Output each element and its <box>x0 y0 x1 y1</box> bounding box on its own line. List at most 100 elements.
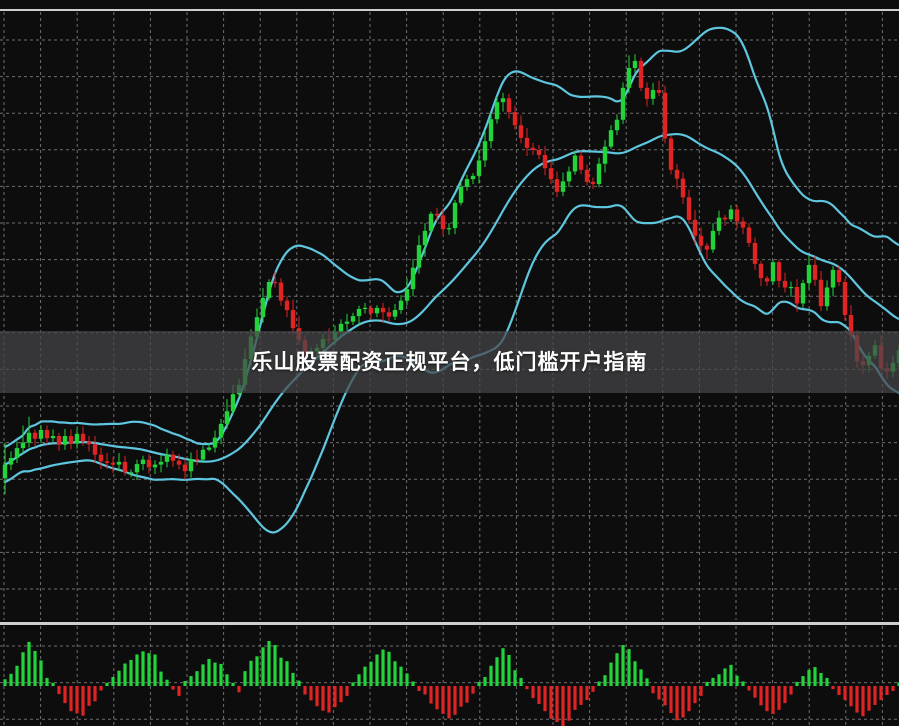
histogram-bar <box>771 686 775 714</box>
candle-body <box>638 60 644 88</box>
candle-body <box>386 312 392 317</box>
histogram-bar <box>123 663 127 686</box>
candle-body <box>374 307 380 314</box>
candle-body <box>44 429 50 439</box>
candle-body <box>782 280 788 288</box>
histogram-bar <box>579 686 583 705</box>
candle-body <box>830 269 836 288</box>
candle-body <box>596 163 602 185</box>
candle-body <box>560 181 566 192</box>
histogram-bar <box>303 686 307 695</box>
histogram-bar <box>855 686 859 713</box>
candle-body <box>452 202 458 229</box>
candle-body <box>50 436 56 439</box>
histogram-bar <box>525 686 529 690</box>
histogram-bar <box>225 674 229 686</box>
histogram-bar <box>75 686 79 714</box>
histogram-bar <box>627 649 631 686</box>
histogram-bar <box>873 686 877 705</box>
candle-body <box>14 448 20 458</box>
candle-body <box>62 436 68 445</box>
histogram-bar <box>249 660 253 686</box>
candle-body <box>758 263 764 279</box>
histogram-bar <box>633 661 637 686</box>
histogram-bar <box>801 676 805 686</box>
histogram-bar <box>453 686 457 715</box>
histogram-bar <box>657 686 661 700</box>
histogram-bar <box>291 672 295 686</box>
candle-body <box>710 230 716 250</box>
histogram-bar <box>513 670 517 686</box>
candle-body <box>212 437 218 448</box>
histogram-bar <box>891 686 895 691</box>
candle-body <box>8 458 14 465</box>
candle-body <box>632 60 638 69</box>
candle-body <box>224 411 230 424</box>
histogram-bar <box>597 681 601 686</box>
histogram-bar <box>417 686 421 691</box>
candle-body <box>656 90 662 93</box>
histogram-bar <box>393 661 397 686</box>
histogram-bar <box>687 686 691 712</box>
candle-body <box>74 433 80 444</box>
candle-body <box>728 209 734 220</box>
candle-body <box>824 287 830 307</box>
candle-body <box>470 175 476 180</box>
candle-body <box>716 217 722 231</box>
histogram-bar <box>681 686 685 718</box>
histogram-bar <box>345 686 349 696</box>
candle-body <box>218 423 224 438</box>
candle-body <box>494 102 500 120</box>
candle-body <box>578 155 584 170</box>
histogram-bar <box>297 680 301 686</box>
histogram-bar <box>777 686 781 710</box>
histogram-bar <box>507 654 511 686</box>
histogram-bar <box>729 664 733 686</box>
candle-body <box>548 168 554 180</box>
histogram-bar <box>129 659 133 686</box>
candle-body <box>842 282 848 315</box>
candle-body <box>608 130 614 147</box>
candle-body <box>446 228 452 230</box>
candle-body <box>644 87 650 99</box>
histogram-bar <box>861 686 865 717</box>
candle-body <box>692 219 698 236</box>
histogram-bar <box>501 648 505 686</box>
histogram-bar <box>825 677 829 686</box>
histogram-bar <box>267 641 271 686</box>
candle-body <box>650 90 656 99</box>
candle-body <box>734 209 740 222</box>
candle-body <box>566 171 572 182</box>
histogram-bar <box>177 686 181 696</box>
histogram-bar <box>753 686 757 698</box>
candle-body <box>188 459 194 472</box>
candle-body <box>476 160 482 176</box>
candle-body <box>428 213 434 231</box>
histogram-bar <box>549 686 553 719</box>
candle-body <box>806 264 812 284</box>
histogram-bar <box>279 657 283 686</box>
histogram-bar <box>447 686 451 719</box>
candle-body <box>20 442 26 449</box>
histogram-bar <box>381 649 385 686</box>
candle-body <box>350 316 356 322</box>
histogram-bar <box>795 681 799 686</box>
histogram-bar <box>33 650 37 686</box>
candle-body <box>410 267 416 290</box>
histogram-bar <box>351 682 355 686</box>
histogram-bar <box>153 654 157 686</box>
candle-body <box>404 289 410 301</box>
histogram-bar <box>639 669 643 686</box>
candle-body <box>104 461 110 463</box>
histogram-bar <box>519 677 523 686</box>
histogram-bar <box>93 686 97 702</box>
candle-body <box>698 235 704 246</box>
histogram-bar <box>9 673 13 686</box>
candle-body <box>260 297 266 318</box>
histogram-bar <box>45 677 49 686</box>
candle-body <box>200 449 206 460</box>
histogram-bar <box>435 686 439 710</box>
histogram-bar <box>339 686 343 703</box>
histogram-bar <box>201 664 205 686</box>
candle-body <box>116 461 122 465</box>
